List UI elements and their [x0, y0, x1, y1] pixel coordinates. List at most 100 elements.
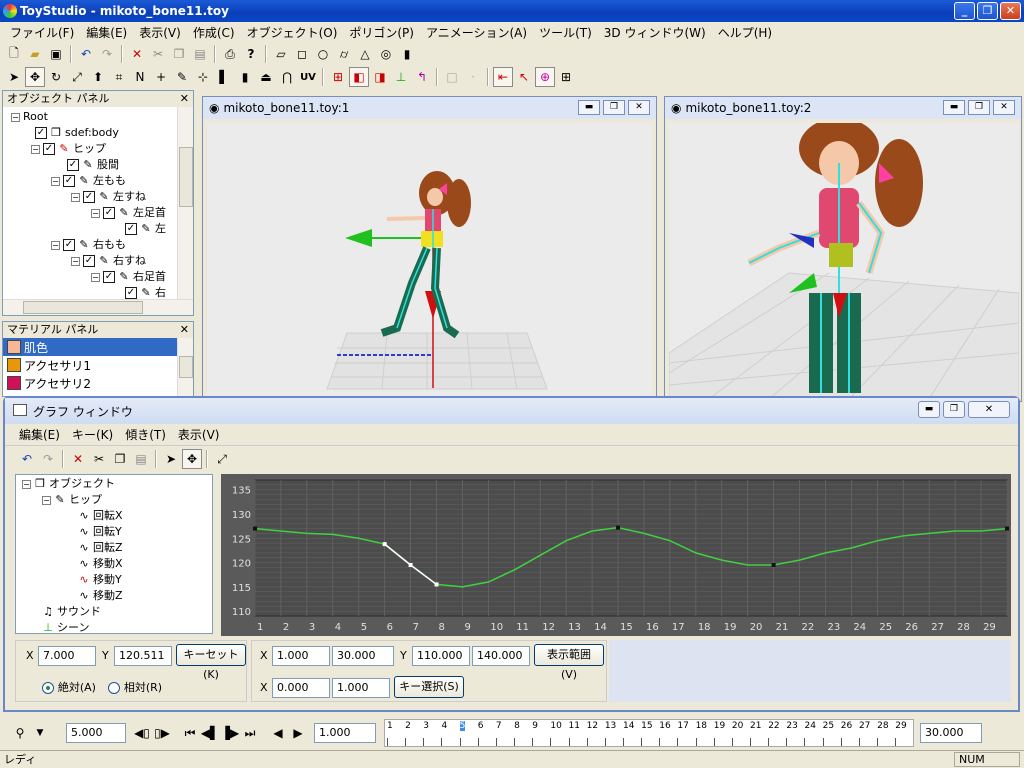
scroll-thumb[interactable]	[179, 147, 193, 207]
checkbox[interactable]: ✓	[43, 143, 55, 155]
fit-view-icon[interactable]: ⤢	[212, 449, 232, 469]
tree-item[interactable]: ∿ 回転Y	[22, 524, 212, 540]
material-item[interactable]: アクセサリ1	[3, 356, 193, 374]
mesh-mode-icon[interactable]: ◨	[370, 67, 390, 87]
material-item[interactable]: 肌色	[3, 338, 177, 356]
tree-item[interactable]: − ✓ ✎ 左足首	[11, 205, 193, 221]
new-file-icon[interactable]: 🗋	[4, 44, 24, 64]
checkbox[interactable]: ✓	[103, 271, 115, 283]
frame-label[interactable]: 16	[659, 721, 670, 731]
scale-icon[interactable]: ⤢	[67, 67, 87, 87]
bars-icon[interactable]: ▮	[397, 44, 417, 64]
delete-icon[interactable]: ✕	[68, 449, 88, 469]
range-y-max-input[interactable]: 140.000	[472, 646, 530, 666]
frame-label[interactable]: 15	[641, 721, 652, 731]
edge-icon[interactable]: N	[130, 67, 150, 87]
move-icon[interactable]: ✥	[25, 67, 45, 87]
extrude-icon[interactable]: ⬆	[88, 67, 108, 87]
relative-radio[interactable]: 相対(R)	[108, 679, 162, 695]
axis-icon[interactable]: ⊥	[391, 67, 411, 87]
open-folder-icon[interactable]: ▰	[25, 44, 45, 64]
paste-icon[interactable]: ▤	[131, 449, 151, 469]
frame-label[interactable]: 21	[750, 721, 761, 731]
close-button[interactable]: ✕	[628, 100, 650, 115]
last-frame-icon[interactable]: ⏭	[240, 723, 260, 743]
menu-object[interactable]: オブジェクト(O)	[241, 24, 344, 41]
cut-icon[interactable]: ✂	[148, 44, 168, 64]
range-x-max-input[interactable]: 30.000	[332, 646, 394, 666]
tree-item[interactable]: − ✓ ✎ 左すね	[11, 189, 193, 205]
select-arrow-icon[interactable]: ➤	[161, 449, 181, 469]
object-mode-icon[interactable]: ◧	[349, 67, 369, 87]
cut-icon[interactable]: ✂	[89, 449, 109, 469]
undo-icon[interactable]: ↶	[17, 449, 37, 469]
checkbox[interactable]: ✓	[83, 191, 95, 203]
checkbox[interactable]: ✓	[35, 127, 47, 139]
frame-label[interactable]: 14	[623, 721, 634, 731]
graph-menu-slope[interactable]: 傾き(T)	[119, 426, 172, 443]
checkbox[interactable]: ✓	[63, 175, 75, 187]
dropdown-icon[interactable]: ▼	[30, 723, 50, 743]
menu-polygon[interactable]: ポリゴン(P)	[343, 24, 420, 41]
snap-x-icon[interactable]: ⇤	[493, 67, 513, 87]
block-icon[interactable]: ▮	[235, 67, 255, 87]
tree-item[interactable]: − ✎ ヒップ	[22, 492, 212, 508]
close-icon[interactable]: ✕	[180, 322, 189, 338]
tree-item[interactable]: ✓ ✎ 右	[11, 285, 193, 299]
checkbox[interactable]: ✓	[125, 287, 137, 299]
move-icon[interactable]: ✥	[182, 449, 202, 469]
paste-icon[interactable]: ▤	[190, 44, 210, 64]
key-icon[interactable]: ⚲	[10, 723, 30, 743]
magnet-icon[interactable]: ⋂	[277, 67, 297, 87]
minimize-button[interactable]: _	[954, 2, 975, 20]
uv-icon[interactable]: UV	[298, 67, 318, 87]
bone-icon[interactable]: ✎	[172, 67, 192, 87]
cylinder-icon[interactable]: ⌭	[334, 44, 354, 64]
joint-icon[interactable]: ⊹	[193, 67, 213, 87]
frame-label[interactable]: 9	[532, 721, 538, 731]
menu-file[interactable]: ファイル(F)	[4, 24, 80, 41]
bar-icon[interactable]: ▌	[214, 67, 234, 87]
minimize-button[interactable]: ▬	[578, 100, 600, 115]
cone-icon[interactable]: △	[355, 44, 375, 64]
end-frame-input[interactable]: 30.000	[920, 723, 982, 743]
scene-2[interactable]	[669, 123, 1019, 399]
x-handle-icon[interactable]	[345, 229, 372, 247]
square-icon[interactable]: □	[442, 67, 462, 87]
close-button[interactable]: ✕	[993, 100, 1015, 115]
viewport-2[interactable]	[669, 123, 1019, 399]
help-icon[interactable]: ?	[241, 44, 261, 64]
rotate-icon[interactable]: ↻	[46, 67, 66, 87]
tree-item[interactable]: − ✓ ✎ 右すね	[11, 253, 193, 269]
key-set-button[interactable]: キーセット(K)	[176, 644, 246, 681]
play-icon[interactable]: ▶	[288, 723, 308, 743]
back-arrow-icon[interactable]: ↰	[412, 67, 432, 87]
maximize-button[interactable]: ❐	[943, 401, 965, 418]
frame-label[interactable]: 17	[677, 721, 688, 731]
dot-icon[interactable]: ·	[463, 67, 483, 87]
absolute-radio[interactable]: 絶対(A)	[42, 679, 96, 695]
next-key-icon[interactable]: ▯▶	[152, 723, 172, 743]
save-icon[interactable]: ▣	[46, 44, 66, 64]
step-input[interactable]: 1.000	[314, 723, 376, 743]
redo-icon[interactable]: ↷	[97, 44, 117, 64]
frame-label[interactable]: 10	[550, 721, 561, 731]
sphere-icon[interactable]: ○	[313, 44, 333, 64]
frame-label[interactable]: 7	[496, 721, 502, 731]
select-arrow-icon[interactable]: ➤	[4, 67, 24, 87]
frame-label[interactable]: 3	[423, 721, 429, 731]
prev-key-icon[interactable]: ◀▯	[132, 723, 152, 743]
minimize-button[interactable]: ▬	[943, 100, 965, 115]
key-x-input[interactable]: 7.000	[38, 646, 96, 666]
plane-icon[interactable]: ▱	[271, 44, 291, 64]
copy-icon[interactable]: ❐	[169, 44, 189, 64]
frame-label[interactable]: 1	[387, 721, 393, 731]
cube-icon[interactable]: ◻	[292, 44, 312, 64]
frame-label[interactable]: 24	[804, 721, 815, 731]
delete-icon[interactable]: ✕	[127, 44, 147, 64]
tree-item[interactable]: ⊥ シーン	[22, 620, 212, 636]
tree-item[interactable]: ✓ ❒ sdef:body	[11, 125, 193, 141]
tree-item[interactable]: ∿ 回転Z	[22, 540, 212, 556]
close-button[interactable]: ✕	[968, 401, 1010, 418]
menu-help[interactable]: ヘルプ(H)	[712, 24, 778, 41]
